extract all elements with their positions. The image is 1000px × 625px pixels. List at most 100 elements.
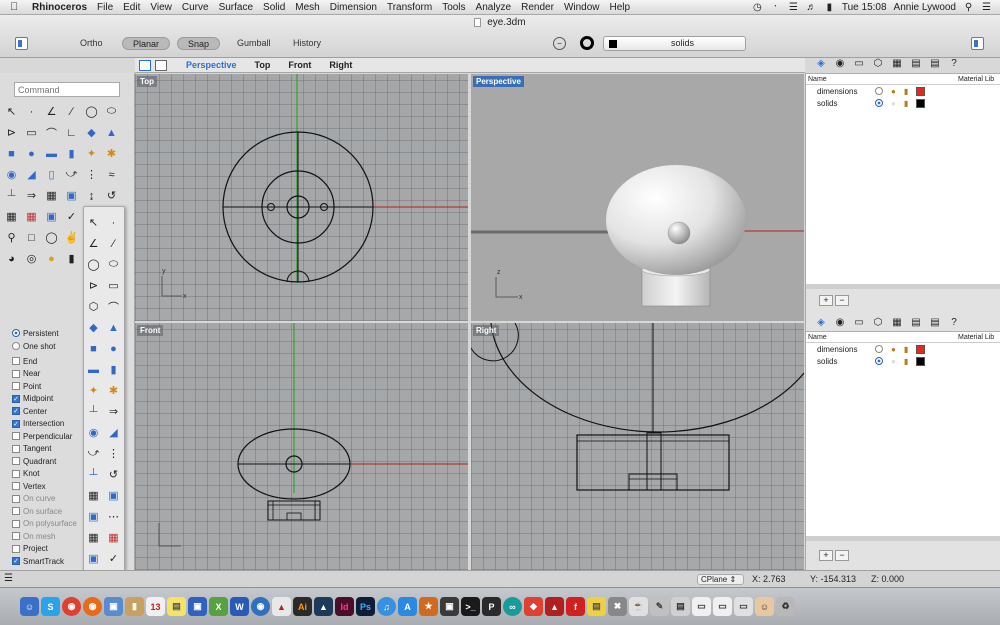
osnap-checkbox[interactable]: [12, 519, 20, 528]
right-sidebar-toggle-icon[interactable]: [971, 37, 984, 50]
window-icon[interactable]: ▭: [734, 597, 753, 616]
flyout-planar-icon[interactable]: ▮: [105, 361, 122, 378]
preview-icon[interactable]: ▣: [104, 597, 123, 616]
display-tab-icon[interactable]: ▤: [909, 317, 923, 329]
lock-icon[interactable]: ▮: [904, 345, 908, 354]
tools-icon[interactable]: ✖: [608, 597, 627, 616]
osnap-item[interactable]: Project: [12, 543, 48, 555]
viewport-label-perspective[interactable]: Perspective: [473, 76, 524, 87]
wifi-icon[interactable]: ☰: [788, 2, 799, 13]
flyout-loft-icon[interactable]: ▲: [105, 319, 122, 336]
notes-tab-icon[interactable]: ▤: [928, 58, 942, 70]
object-props-tab-icon[interactable]: ▭: [852, 58, 866, 70]
osnap-item[interactable]: On surface: [12, 505, 62, 517]
illustrator-icon[interactable]: Ai: [293, 597, 312, 616]
makerbot-icon[interactable]: ▲: [545, 597, 564, 616]
flyout-trim-icon[interactable]: ┴: [85, 403, 102, 420]
layer-row[interactable]: dimensions ● ▮: [806, 85, 1000, 97]
indesign-icon[interactable]: Id: [335, 597, 354, 616]
safari-icon[interactable]: ◉: [251, 597, 270, 616]
flyout-extrude-icon[interactable]: ▬: [85, 361, 102, 378]
zoom-window-icon[interactable]: □: [23, 229, 40, 246]
material-tab-icon[interactable]: ◉: [833, 317, 847, 329]
current-layer-radio[interactable]: [875, 87, 883, 95]
menu-solid[interactable]: Solid: [258, 2, 290, 13]
flyout-analyze-icon[interactable]: ▣: [85, 550, 102, 567]
flyout-array-icon[interactable]: ▦: [85, 529, 102, 546]
lock-icon[interactable]: ▮: [904, 357, 908, 366]
scratch-icon[interactable]: ★: [419, 597, 438, 616]
processing-icon[interactable]: P: [482, 597, 501, 616]
h-scrollbar[interactable]: [806, 284, 1000, 289]
osnap-checkbox[interactable]: [12, 532, 20, 540]
layers-tab-icon[interactable]: ◈: [814, 58, 828, 70]
osnap-item[interactable]: Point: [12, 380, 41, 392]
osnap-checkbox[interactable]: [12, 444, 20, 453]
cube-tab-icon[interactable]: ⬡: [871, 317, 885, 329]
flyout-explode-icon[interactable]: ✱: [105, 382, 122, 399]
planar-surface-icon[interactable]: ▮: [63, 145, 80, 162]
window-icon[interactable]: ▭: [692, 597, 711, 616]
app-store-icon[interactable]: A: [398, 597, 417, 616]
osnap-item[interactable]: Quadrant: [12, 455, 56, 467]
finder-icon[interactable]: ☺: [20, 597, 39, 616]
menu-render[interactable]: Render: [516, 2, 559, 13]
flyout-box-icon[interactable]: ■: [85, 340, 102, 357]
flyout-sweep-icon[interactable]: ◢: [105, 424, 122, 441]
point-icon[interactable]: ·: [23, 103, 40, 120]
target-icon[interactable]: ◎: [23, 250, 40, 267]
osnap-oneshot-radio[interactable]: [12, 342, 20, 350]
show-icon[interactable]: ◕: [3, 250, 20, 267]
flyout-polygon-icon[interactable]: ⬡: [85, 298, 102, 315]
cplane-dropdown[interactable]: CPlane ⇕: [697, 574, 744, 585]
split-icon[interactable]: ⋮: [83, 166, 100, 183]
ortho-toggle[interactable]: Ortho: [70, 37, 113, 50]
notes-tab-icon[interactable]: ▤: [928, 317, 942, 329]
sketchup-icon[interactable]: ◆: [524, 597, 543, 616]
rhino-icon[interactable]: ▲: [314, 597, 333, 616]
notifications-icon[interactable]: ☰: [981, 2, 992, 13]
time-machine-icon[interactable]: ◷: [752, 2, 763, 13]
document-icon[interactable]: ▤: [671, 597, 690, 616]
add-layer-button[interactable]: +: [819, 295, 833, 306]
box-icon[interactable]: ■: [3, 145, 20, 162]
group-icon[interactable]: ▦: [43, 187, 60, 204]
bluetooth-icon[interactable]: ᛫: [770, 2, 781, 13]
mirror-icon[interactable]: ▣: [43, 208, 60, 225]
excel-icon[interactable]: X: [209, 597, 228, 616]
osnap-checkbox[interactable]: [12, 382, 20, 390]
gumball-toggle[interactable]: Gumball: [227, 37, 281, 50]
screenshot-icon[interactable]: ▣: [440, 597, 459, 616]
add-layer-button[interactable]: +: [819, 550, 833, 561]
move-icon[interactable]: ↨: [83, 187, 100, 204]
osnap-item[interactable]: End: [12, 355, 37, 367]
osnap-checkbox[interactable]: [12, 432, 20, 440]
tab-front[interactable]: Front: [279, 60, 320, 70]
offset-icon[interactable]: ≈: [103, 166, 120, 183]
osnap-item[interactable]: On polysurface: [12, 518, 77, 530]
java-icon[interactable]: ☕: [629, 597, 648, 616]
trim-icon[interactable]: ┴: [3, 187, 20, 204]
lightbulb-icon[interactable]: ●: [891, 345, 896, 354]
zoom-icon[interactable]: ⚲: [3, 229, 20, 246]
terminal-icon[interactable]: >_: [461, 597, 480, 616]
grid-tab-icon[interactable]: ▦: [890, 317, 904, 329]
volume-icon[interactable]: ♬: [806, 2, 817, 13]
layer-color[interactable]: [916, 86, 926, 96]
revolve-icon[interactable]: ◉: [3, 166, 20, 183]
lock-closed-icon[interactable]: ▮: [63, 250, 80, 267]
flyout-join-icon[interactable]: ⇒: [105, 403, 122, 420]
itunes-icon[interactable]: ♫: [377, 597, 396, 616]
h-scrollbar[interactable]: [806, 536, 1000, 541]
line-icon[interactable]: ∕: [63, 103, 80, 120]
select-arrow-icon[interactable]: ↖: [3, 103, 20, 120]
layer-color[interactable]: [916, 356, 926, 366]
stickies-icon[interactable]: ▤: [587, 597, 606, 616]
block-icon[interactable]: ▣: [63, 187, 80, 204]
lightbulb-icon[interactable]: ●: [891, 357, 896, 366]
viewport-label-right[interactable]: Right: [473, 325, 500, 336]
menu-analyze[interactable]: Analyze: [471, 2, 517, 13]
osnap-checkbox[interactable]: [12, 494, 20, 503]
sweep-icon[interactable]: ◢: [23, 166, 40, 183]
list-icon[interactable]: ☰: [4, 573, 13, 584]
